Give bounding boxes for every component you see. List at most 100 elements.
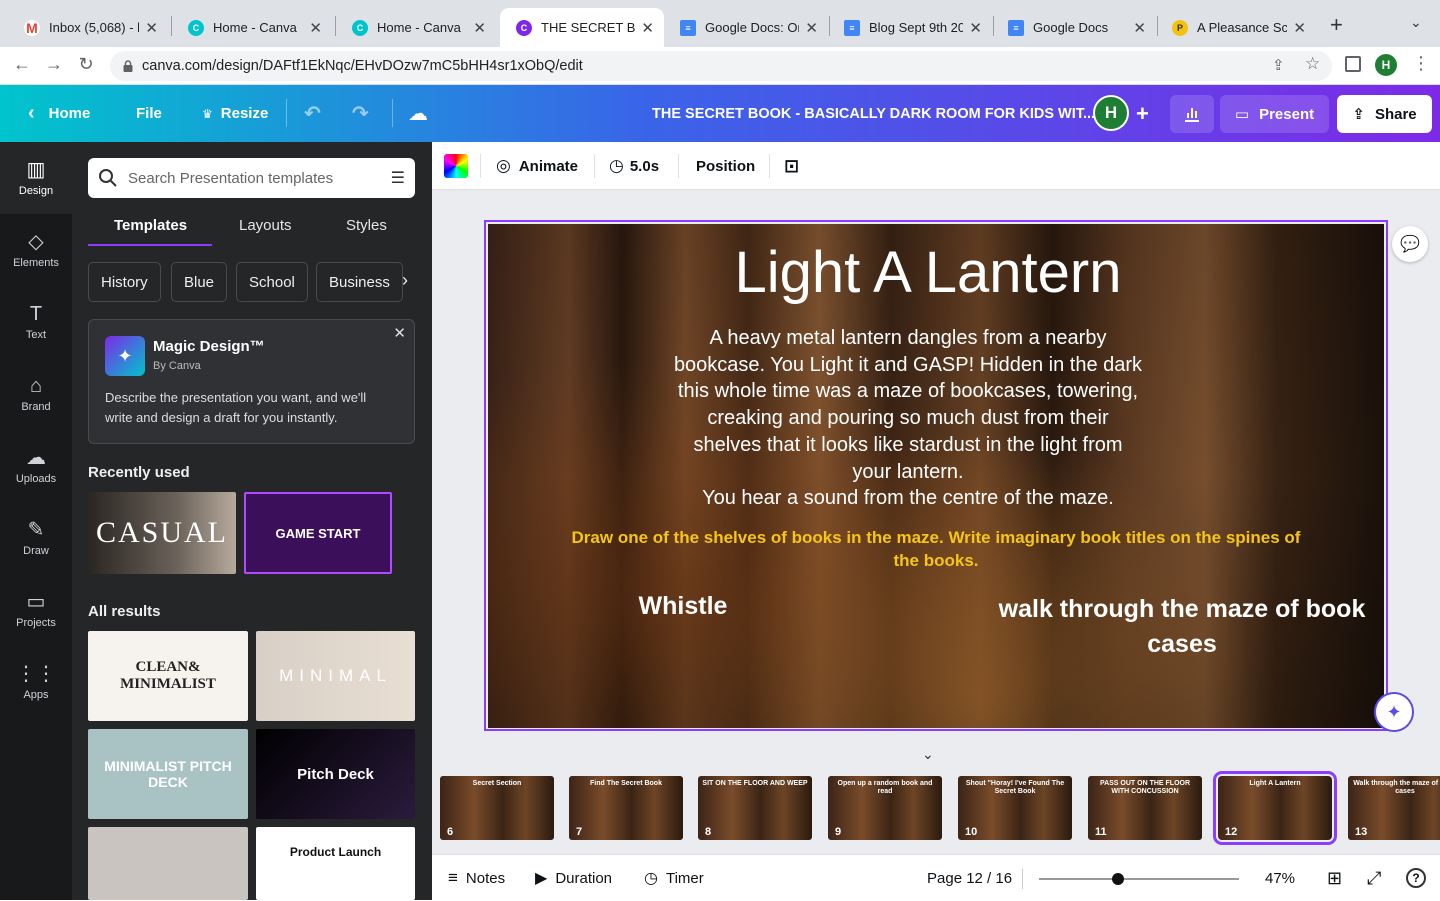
share-button[interactable]: ⇪ Share (1337, 95, 1432, 133)
fullscreen-icon[interactable]: ⤢ (1367, 855, 1381, 901)
page-thumbnail[interactable]: Find The Secret Book 7 (569, 776, 683, 840)
chip-business[interactable]: Business (316, 262, 403, 302)
page-thumbnail-selected[interactable]: Light A Lantern 12 (1213, 771, 1337, 845)
rail-brand[interactable]: ⌂ Brand (0, 358, 72, 430)
back-icon[interactable]: ← (10, 54, 34, 75)
template-photo-grid[interactable] (88, 827, 248, 900)
design-icon: ▥ (26, 158, 46, 181)
close-icon[interactable]: ✕ (1133, 19, 1146, 37)
chip-history[interactable]: History (88, 262, 161, 302)
browser-tab[interactable]: ≡ Google Docs: Onl ✕ (664, 8, 828, 47)
rail-design[interactable]: ▥ Design (0, 142, 72, 214)
side-panel-icon[interactable] (1345, 56, 1361, 72)
template-minimal[interactable]: MINIMAL (256, 631, 415, 721)
template-search-input[interactable]: Search Presentation templates ☰ (88, 158, 415, 198)
bookmark-star-icon[interactable]: ☆ (1305, 54, 1320, 74)
zoom-slider[interactable] (1039, 873, 1239, 885)
tab-search-chevron-icon[interactable]: ⌄ (1410, 14, 1422, 31)
slide-body[interactable]: A heavy metal lantern dangles from a nea… (658, 325, 1158, 512)
animate-button[interactable]: ◎ Animate (496, 142, 578, 190)
chevron-right-icon[interactable]: › (402, 270, 408, 291)
close-icon[interactable]: ✕ (145, 19, 158, 37)
share-page-icon[interactable]: ⇪ (1272, 56, 1285, 74)
browser-tab[interactable]: ≡ Blog Sept 9th 20 ✕ (828, 8, 992, 47)
chip-school[interactable]: School (236, 262, 308, 302)
chip-blue[interactable]: Blue (171, 262, 228, 302)
page-thumbnail[interactable]: SIT ON THE FLOOR AND WEEP 8 (698, 776, 812, 840)
close-icon[interactable]: ✕ (641, 19, 654, 37)
zoom-slider-handle[interactable] (1112, 873, 1125, 885)
close-icon[interactable]: ✕ (309, 19, 322, 37)
zoom-level[interactable]: 47% (1265, 855, 1295, 901)
new-tab-icon[interactable]: + (1330, 12, 1343, 38)
browser-tab-active[interactable]: C THE SECRET BOO✕ (500, 8, 664, 47)
rail-apps[interactable]: ⋮⋮ Apps (0, 646, 72, 718)
page-thumbnail[interactable]: Secret Section 6 (440, 776, 554, 840)
url-field[interactable]: canva.com/design/DAFtf1EkNqc/EHvDOzw7mC5… (110, 51, 1332, 81)
recent-template-game-start[interactable]: GAME START (244, 492, 392, 574)
rail-projects[interactable]: ▭ Projects (0, 574, 72, 646)
page-thumbnail[interactable]: PASS OUT ON THE FLOOR WITH CONCUSSION 11 (1088, 776, 1202, 840)
page-thumbnail[interactable]: Walk through the maze of book cases13 (1348, 776, 1440, 840)
choice-walk-maze[interactable]: walk through the maze of book cases (986, 592, 1378, 662)
rail-elements[interactable]: ◇ Elements (0, 214, 72, 286)
browser-tab[interactable]: ≡ Google Docs ✕ (992, 8, 1156, 47)
template-pitch-deck[interactable]: Pitch Deck (256, 729, 415, 819)
choice-whistle[interactable]: Whistle (608, 592, 758, 621)
slide-canvas[interactable]: Light A Lantern A heavy metal lantern da… (488, 224, 1384, 728)
template-product-launch[interactable]: Product Launch (256, 827, 415, 900)
cloud-saved-icon[interactable]: ☁ (408, 85, 428, 142)
tab-layouts[interactable]: Layouts (239, 217, 292, 234)
tab-styles[interactable]: Styles (346, 217, 387, 234)
home-button[interactable]: ‹ Home (28, 85, 90, 142)
tab-templates[interactable]: Templates (114, 217, 187, 234)
insights-icon[interactable] (1170, 95, 1214, 133)
rail-draw[interactable]: ✎ Draw (0, 502, 72, 574)
page-indicator[interactable]: Page 12 / 16 (927, 855, 1012, 901)
page-thumbnail[interactable]: Open up a random book and read 9 (828, 776, 942, 840)
template-minimalist-pitch-deck[interactable]: MINIMALIST PITCH DECK (88, 729, 248, 819)
filter-icon[interactable]: ☰ (391, 168, 405, 188)
reload-icon[interactable]: ↻ (74, 54, 98, 75)
close-icon[interactable]: ✕ (393, 324, 406, 342)
browser-tab[interactable]: M Inbox (5,068) - h ✕ (8, 8, 168, 47)
timer-button[interactable]: ◷ Timer (644, 855, 704, 901)
close-icon[interactable]: ✕ (473, 19, 486, 37)
add-comment-icon[interactable]: 💬 (1392, 226, 1428, 262)
add-collaborator-icon[interactable]: + (1136, 85, 1149, 142)
close-icon[interactable]: ✕ (805, 19, 818, 37)
file-menu-button[interactable]: File (136, 85, 162, 142)
browser-menu-icon[interactable]: ⋮ (1412, 53, 1430, 74)
rail-uploads[interactable]: ☁ Uploads (0, 430, 72, 502)
forward-icon[interactable]: → (42, 54, 66, 75)
template-clean-minimalist[interactable]: CLEAN& MINIMALIST (88, 631, 248, 721)
browser-tab[interactable]: P A Pleasance Scra✕ (1156, 8, 1316, 47)
lock-icon[interactable]: ⊡ (784, 142, 799, 190)
present-button[interactable]: ▭ Present (1220, 95, 1329, 133)
collaborator-avatar[interactable]: H (1093, 95, 1129, 131)
chevron-down-icon[interactable]: ⌄ (922, 746, 934, 763)
profile-avatar[interactable]: H (1375, 54, 1397, 76)
browser-tab[interactable]: C Home - Canva ✕ (172, 8, 332, 47)
resize-button[interactable]: ♛ Resize (202, 85, 268, 142)
color-picker-icon[interactable] (444, 154, 468, 178)
position-button[interactable]: Position (696, 142, 755, 190)
close-icon[interactable]: ✕ (1293, 19, 1306, 37)
redo-icon[interactable]: ↷ (352, 85, 369, 142)
duration-button[interactable]: ◷ 5.0s (609, 142, 659, 190)
rail-text[interactable]: T Text (0, 286, 72, 358)
magic-design-card[interactable]: ✦ Magic Design™ By Canva Describe the pr… (88, 319, 415, 444)
slide-title[interactable]: Light A Lantern (708, 238, 1148, 308)
document-title[interactable]: THE SECRET BOOK - BASICALLY DARK ROOM FO… (652, 85, 1095, 142)
slide-prompt[interactable]: Draw one of the shelves of books in the … (528, 526, 1344, 572)
undo-icon[interactable]: ↶ (304, 85, 321, 142)
close-icon[interactable]: ✕ (969, 19, 982, 37)
page-thumbnail[interactable]: Shout "Horay! I've Found The Secret Book… (958, 776, 1072, 840)
recent-template-casual[interactable]: CASUAL (88, 492, 236, 574)
grid-view-icon[interactable]: ⊞ (1327, 855, 1342, 901)
magic-assistant-icon[interactable]: ✦ (1374, 692, 1414, 732)
notes-button[interactable]: ≡ Notes (448, 855, 505, 901)
duration-footer-button[interactable]: ▶ Duration (535, 855, 612, 901)
browser-tab[interactable]: C Home - Canva ✕ (336, 8, 496, 47)
help-icon[interactable]: ? (1406, 855, 1426, 901)
